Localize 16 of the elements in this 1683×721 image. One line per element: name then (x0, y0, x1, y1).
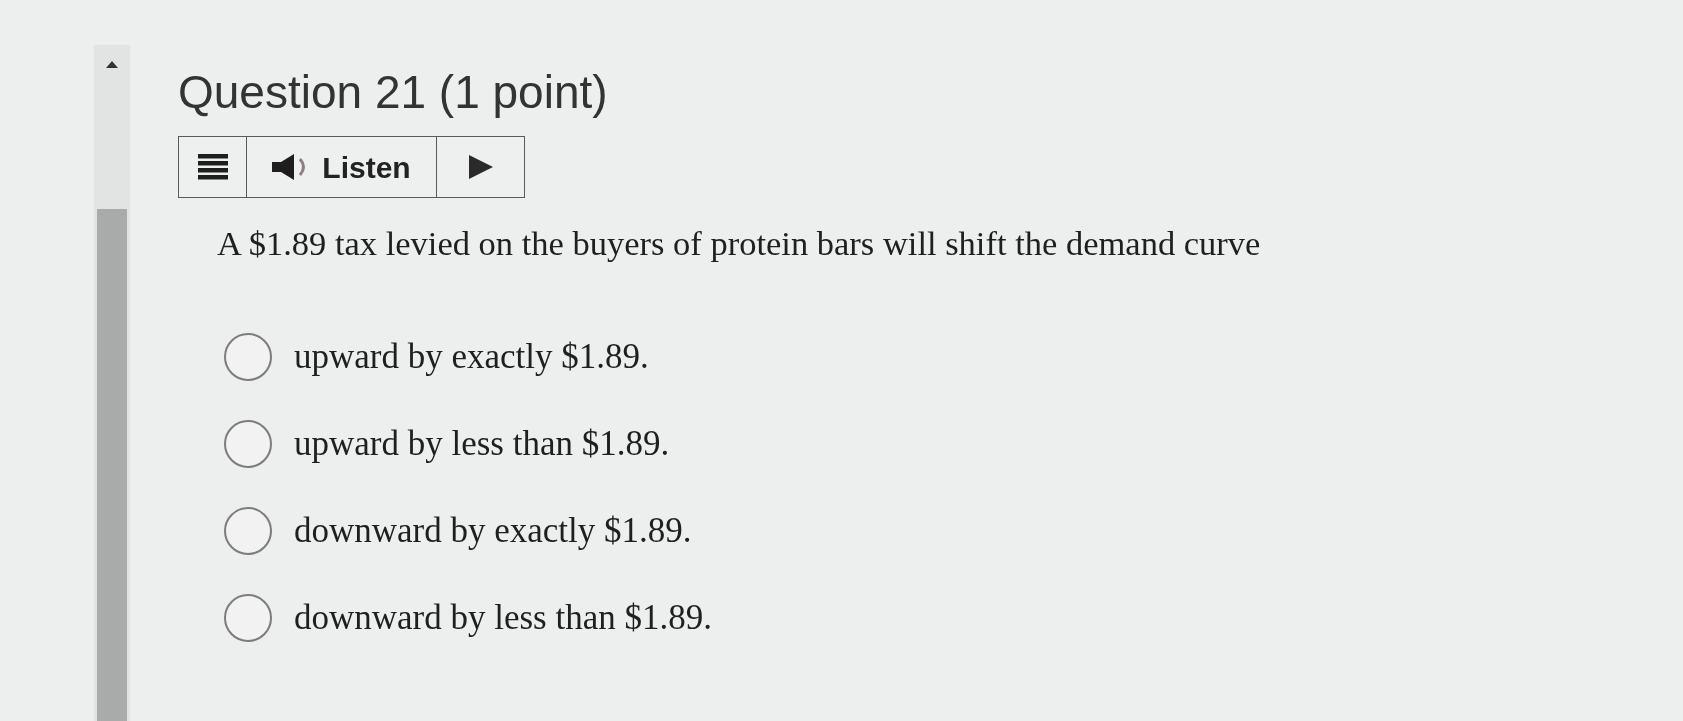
radio-button[interactable] (224, 594, 272, 642)
listen-button[interactable]: Listen (247, 137, 437, 197)
question-title: Question 21 (1 point) (178, 65, 608, 119)
answer-option-label[interactable]: upward by less than $1.89. (294, 423, 670, 465)
question-text: A $1.89 tax levied on the buyers of protein bars will shift the demand curve (217, 223, 1261, 264)
answer-option-label[interactable]: upward by exactly $1.89. (294, 336, 649, 378)
radio-button[interactable] (224, 333, 272, 381)
answer-option-label[interactable]: downward by exactly $1.89. (294, 510, 692, 552)
answer-option-label[interactable]: downward by less than $1.89. (294, 597, 712, 639)
menu-icon (197, 154, 228, 180)
radio-button[interactable] (224, 507, 272, 555)
scroll-up-arrow-icon[interactable] (106, 61, 118, 68)
scrollbar-thumb[interactable] (97, 209, 127, 721)
radio-button[interactable] (224, 420, 272, 468)
play-icon (468, 155, 493, 179)
scrollbar-track[interactable] (94, 45, 130, 721)
